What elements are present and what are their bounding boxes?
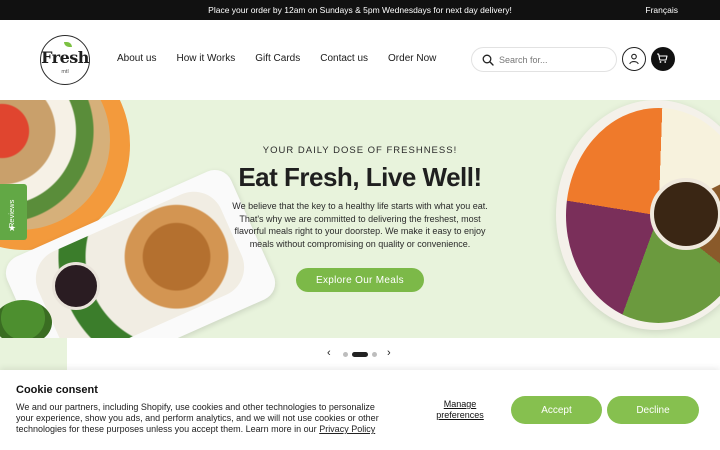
cookie-title: Cookie consent [16, 384, 98, 396]
cookie-body: We and our partners, including Shopify, … [16, 402, 386, 435]
brand-logo[interactable]: Fresh mtl [40, 35, 90, 85]
hero-title: Eat Fresh, Live Well! [238, 162, 482, 192]
nav-item-order-now[interactable]: Order Now [388, 53, 436, 64]
decline-cookies-button[interactable]: Decline [607, 396, 699, 424]
leaf-icon [64, 42, 72, 47]
main-nav: About us How it Works Gift Cards Contact… [117, 53, 456, 64]
hero-description: We believe that the key to a healthy lif… [232, 201, 488, 250]
sauce-cup-image [52, 262, 100, 310]
cookie-consent-banner: Cookie consent We and our partners, incl… [0, 370, 720, 450]
slider-dot[interactable] [343, 352, 348, 357]
nav-item-how-it-works[interactable]: How it Works [176, 53, 235, 64]
nav-item-gift-cards[interactable]: Gift Cards [255, 53, 300, 64]
search-input[interactable] [499, 51, 609, 69]
logo-sub: mtl [61, 69, 69, 75]
user-icon [629, 53, 639, 65]
search-box [471, 47, 617, 72]
hero-tagline: YOUR DAILY DOSE OF FRESHNESS! [262, 145, 458, 156]
chevron-left-icon[interactable]: ‹ [327, 347, 331, 359]
announcement-text: Place your order by 12am on Sundays & 5p… [208, 5, 512, 15]
slider-dot-active[interactable] [352, 352, 368, 357]
dip-cup-image [650, 178, 720, 250]
cart-button[interactable] [651, 47, 675, 71]
hero-banner: YOUR DAILY DOSE OF FRESHNESS! Eat Fresh,… [0, 100, 720, 338]
account-button[interactable] [622, 47, 646, 71]
accept-cookies-button[interactable]: Accept [511, 396, 602, 424]
chevron-right-icon[interactable]: › [387, 347, 391, 359]
announcement-bar: Place your order by 12am on Sundays & 5p… [0, 0, 720, 20]
privacy-policy-link[interactable]: Privacy Policy [319, 424, 375, 434]
star-icon: ★ [8, 223, 17, 233]
site-header: Fresh mtl About us How it Works Gift Car… [0, 20, 720, 100]
explore-meals-button[interactable]: Explore Our Meals [296, 268, 424, 292]
nav-item-about[interactable]: About us [117, 53, 156, 64]
slider-controls: ‹ › [325, 347, 395, 361]
manage-preferences-link[interactable]: Manage preferences [432, 399, 488, 421]
decorative-strip [0, 338, 67, 370]
nav-item-contact[interactable]: Contact us [320, 53, 368, 64]
reviews-tab[interactable]: Reviews ★ [0, 184, 27, 240]
cart-icon [657, 53, 668, 63]
search-icon[interactable] [482, 54, 494, 66]
language-switch-link[interactable]: Français [645, 0, 678, 20]
logo-word: Fresh [41, 48, 89, 67]
slider-dot[interactable] [372, 352, 377, 357]
